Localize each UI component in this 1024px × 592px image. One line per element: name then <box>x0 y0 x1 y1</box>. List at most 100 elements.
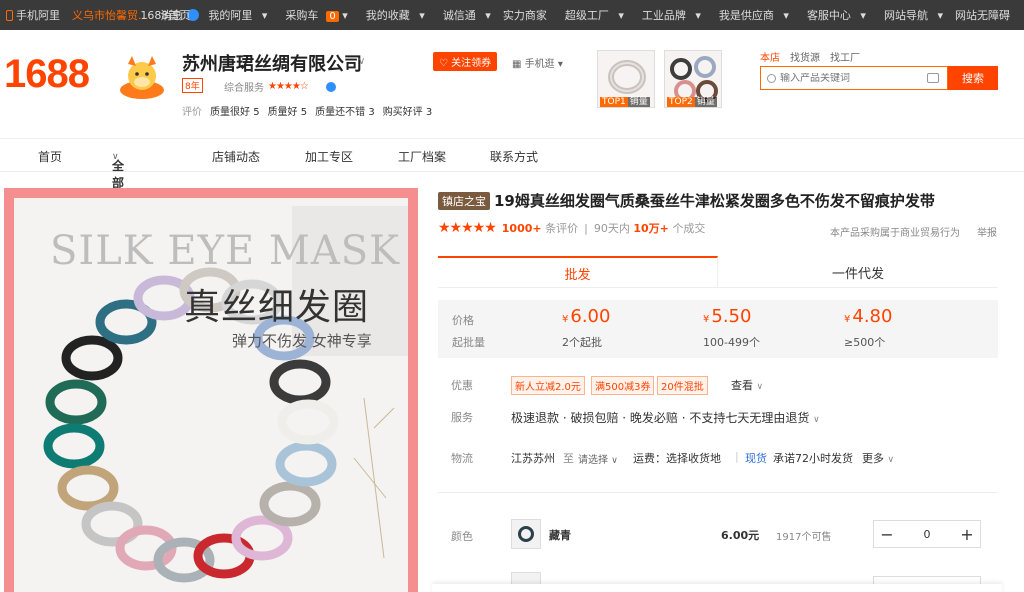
service-stars: ★★★★☆ <box>268 81 309 92</box>
service-label: 服务 <box>451 411 473 424</box>
search-tab-source[interactable]: 找货源 <box>790 49 820 64</box>
nav-home[interactable]: 首页 <box>38 148 62 165</box>
hair-tie-thumbnail <box>518 526 534 542</box>
eval-tag: 质量很好 5 <box>210 107 260 118</box>
mobile-link[interactable]: 手机阿里 <box>6 7 60 23</box>
nav-contact[interactable]: 联系方式 <box>490 148 538 165</box>
decrement-button[interactable]: − <box>874 525 900 544</box>
evaluation-tags: 评价 质量很好 5 质量好 5 质量还不错 3 购买好评 3 <box>182 103 432 118</box>
divider <box>438 492 998 493</box>
color-label: 颜色 <box>451 530 473 543</box>
product-image: SILK EYE MASK 真丝细发圈 弹力不伤发 女神专享 <box>14 198 408 592</box>
eval-tag: 质量好 5 <box>267 107 308 118</box>
top-bar: 手机阿里 义乌市怡馨贸... 消息 1688首页 我的阿里 ▾ 采购车 0 ▾ 我… <box>0 0 1024 30</box>
phone-icon <box>6 9 13 21</box>
logistics-label: 物流 <box>451 452 473 465</box>
top-link-my-ali[interactable]: 我的阿里 ▾ <box>196 7 273 23</box>
service-terms[interactable]: 极速退款 · 破损包赔 · 晚发必赔 · 不支持七天无理由退货 ∨ <box>511 409 820 426</box>
chat-icon[interactable] <box>325 81 336 92</box>
price-tier-1: ¥6.00 <box>562 306 611 327</box>
qty-tier-1: 2个起批 <box>562 336 602 349</box>
follow-coupon-button[interactable]: ♡ 关注领券 <box>433 52 498 71</box>
price-tier-3: ¥4.80 <box>844 306 893 327</box>
promo-label: 优惠 <box>451 379 473 392</box>
more-logistics-button[interactable]: 更多 ∨ <box>862 450 894 466</box>
search-scope-tabs: 本店 找货源 找工厂 <box>760 49 860 64</box>
shop-nav: 首页 全部商品 ∨ 店铺动态 加工专区 工厂档案 联系方式 <box>0 138 1024 224</box>
coupon-new-user[interactable]: 新人立减2.0元 <box>511 376 585 395</box>
qty-tier-3: ≥500个 <box>844 336 886 349</box>
company-name[interactable]: 苏州唐珺丝绸有限公司 <box>182 50 362 76</box>
chevron-down-icon: ∨ <box>756 382 764 392</box>
product-image-title-cn: 真丝细发圈 <box>184 287 370 328</box>
shop-treasure-badge: 镇店之宝 <box>438 191 490 210</box>
nav-processing[interactable]: 加工专区 <box>305 148 353 165</box>
quantity-input[interactable]: 0 <box>900 528 954 541</box>
view-coupons-button[interactable]: 查看 ∨ <box>731 377 763 393</box>
membership-years-badge: 8年 <box>182 78 203 93</box>
cart-count-badge: 0 <box>326 11 339 22</box>
ship-promise: 承诺72小时发货 <box>773 452 853 465</box>
variant-stock: 1917个可售 <box>776 532 832 543</box>
quantity-stepper: − 0 + <box>873 520 981 548</box>
moq-label: 起批量 <box>452 336 485 349</box>
top-link-sitemap[interactable]: 网站导航 ▾ <box>872 7 949 23</box>
qty-tier-2: 100-499个 <box>703 336 760 349</box>
nav-factory-profile[interactable]: 工厂档案 <box>398 148 446 165</box>
top-link-service[interactable]: 客服中心 ▾ <box>795 7 872 23</box>
camera-icon[interactable] <box>927 73 939 83</box>
report-link[interactable]: 举报 <box>977 224 997 239</box>
top-seller-1-label: TOP1 销量 <box>600 97 650 107</box>
search-input[interactable] <box>780 72 920 84</box>
product-title-row: 镇店之宝 19姆真丝细发圈气质桑蚕丝牛津松紧发圈多色不伤发不留痕护发带 <box>438 190 935 211</box>
top-link-industrial-brand[interactable]: 工业品牌 ▾ <box>630 7 707 23</box>
deal-count: 90天内 10万+ 个成交 <box>593 222 706 235</box>
chevron-down-icon: ∨ <box>813 415 820 425</box>
top-link-super-factory[interactable]: 超级工厂 ▾ <box>553 7 630 23</box>
chevron-down-icon[interactable]: ∨ <box>358 56 365 67</box>
search-tab-shop[interactable]: 本店 <box>760 49 780 64</box>
top-link-accessibility[interactable]: 网站无障碍 <box>949 7 1016 23</box>
nav-shop-news[interactable]: 店铺动态 <box>212 148 260 165</box>
tab-dropship[interactable]: 一件代发 <box>718 256 998 288</box>
increment-button[interactable]: + <box>954 525 980 544</box>
shop-avatar <box>120 56 164 99</box>
search-tab-factory[interactable]: 找工厂 <box>830 49 860 64</box>
top-link-cart[interactable]: 采购车 0 ▾ <box>273 7 353 23</box>
site-logo[interactable]: 1688 <box>4 52 90 97</box>
chevron-down-icon: ∨ <box>887 455 895 465</box>
top-link-favorites[interactable]: 我的收藏 ▾ <box>354 7 431 23</box>
product-image-title-en: SILK EYE MASK <box>50 228 401 274</box>
coupon-spend-500[interactable]: 满500减3券 <box>591 376 655 395</box>
top-link-chengxintong[interactable]: 诚信通 ▾ <box>431 7 497 23</box>
nav-all-products[interactable]: 全部商品 ∨ <box>112 148 124 224</box>
top-seller-2[interactable]: TOP2 销量 <box>664 50 722 108</box>
chevron-down-icon: ∨ <box>611 456 618 466</box>
review-link[interactable]: 1000+ 条评价 <box>502 220 578 236</box>
service-rating: 综合服务 ★★★★☆ <box>224 79 336 94</box>
product-image-frame[interactable]: SILK EYE MASK 真丝细发圈 弹力不伤发 女神专享 <box>4 188 418 592</box>
search-box <box>760 66 948 90</box>
ship-to: 至 <box>563 452 574 465</box>
tab-wholesale[interactable]: 批发 <box>438 256 718 288</box>
in-stock-label: 现货 <box>745 452 767 465</box>
product-image-subtitle: 弹力不伤发 女神专享 <box>232 332 372 350</box>
destination-select[interactable]: 请选择 ∨ <box>578 451 618 466</box>
variant-name: 藏青 <box>549 529 571 542</box>
top-link-strong-merchant[interactable]: 实力商家 <box>497 7 553 23</box>
top-link-home[interactable]: 1688首页 <box>134 7 196 23</box>
top-seller-1[interactable]: TOP1 销量 <box>597 50 655 108</box>
eval-tag: 质量还不错 3 <box>315 107 375 118</box>
product-title: 19姆真丝细发圈气质桑蚕丝牛津松紧发圈多色不伤发不留痕护发带 <box>494 192 935 210</box>
top-nav-links: 1688首页 我的阿里 ▾ 采购车 0 ▾ 我的收藏 ▾ 诚信通 ▾ 实力商家 超… <box>134 0 1016 30</box>
variant-swatch[interactable] <box>511 519 541 549</box>
variant-price: 6.00元 <box>721 529 760 542</box>
trade-note: 本产品采购属于商业贸易行为 <box>830 228 960 239</box>
mobile-browse-link[interactable]: ▦ 手机逛 ▾ <box>512 55 563 70</box>
search-button[interactable]: 搜索 <box>948 66 998 90</box>
price-label: 价格 <box>452 314 474 327</box>
product-stars: ★★★★★ <box>438 220 497 236</box>
top-seller-2-label: TOP2 销量 <box>667 97 717 107</box>
top-link-supplier[interactable]: 我是供应商 ▾ <box>707 7 795 23</box>
coupon-mixed-batch[interactable]: 20件混批 <box>657 376 708 395</box>
